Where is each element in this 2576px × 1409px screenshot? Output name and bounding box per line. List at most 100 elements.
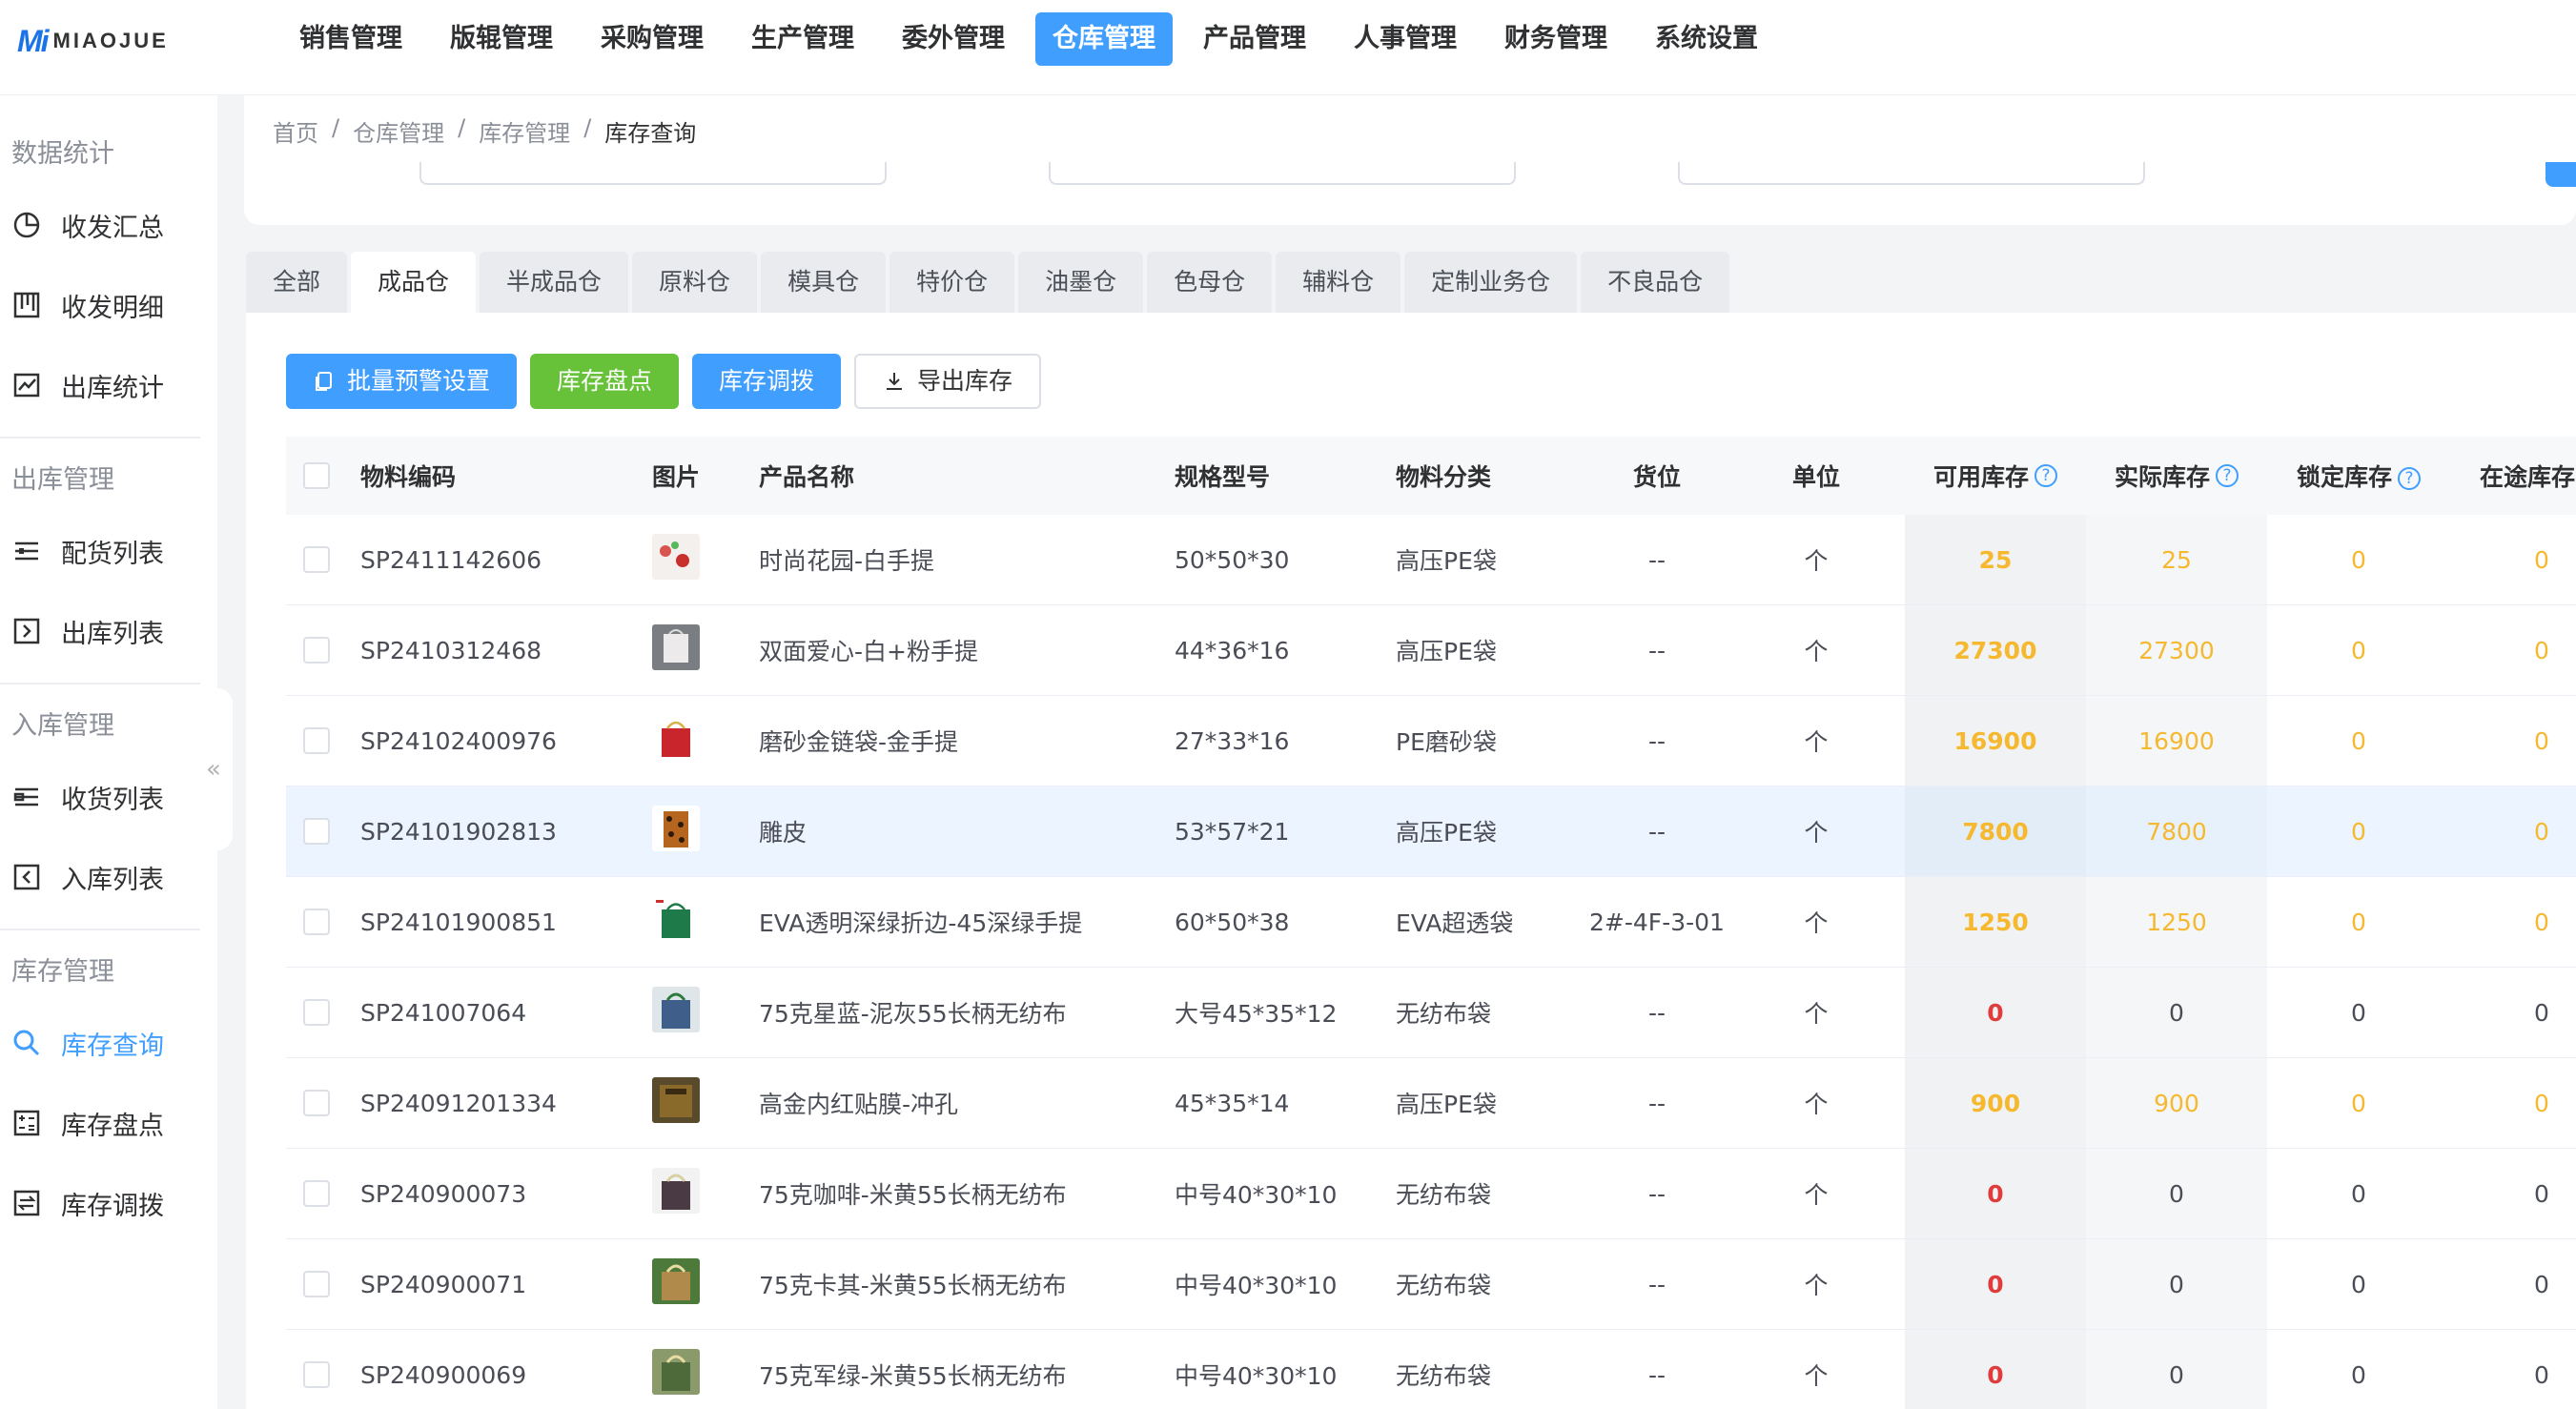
table-row[interactable]: SP24102400976 磨砂金链袋-金手提 27*33*16 PE磨砂袋 -… — [286, 696, 2576, 786]
sidebar-item-outbound-list[interactable]: 出库列表 — [0, 591, 217, 671]
sidebar-item-details[interactable]: 收发明细 — [0, 265, 217, 345]
app-root: { "brand": {"mark": "Mi", "text": "MIAOJ… — [0, 0, 2576, 1409]
filter-input-2[interactable] — [1049, 162, 1516, 185]
sidebar-collapse-button[interactable]: « — [194, 688, 233, 850]
tab-auxiliary[interactable]: 辅料仓 — [1276, 252, 1401, 313]
filter-input-1[interactable] — [419, 162, 887, 185]
cell-image — [652, 624, 759, 676]
row-checkbox[interactable] — [303, 1361, 330, 1388]
header-code: 物料编码 — [360, 463, 457, 491]
nav-item-settings[interactable]: 系统设置 — [1638, 12, 1775, 66]
product-thumbnail[interactable] — [652, 1349, 700, 1395]
cell-code: SP24102400976 — [360, 726, 557, 755]
row-select-cell — [286, 909, 360, 935]
sidebar-item-outbound-stats[interactable]: 出库统计 — [0, 345, 217, 425]
help-icon[interactable]: ? — [2216, 464, 2239, 487]
logo-text: MIAOJUE — [52, 29, 169, 52]
nav-item-outsourcing[interactable]: 委外管理 — [885, 12, 1022, 66]
sidebar-item-picking-list[interactable]: 配货列表 — [0, 511, 217, 591]
breadcrumb-home[interactable]: 首页 — [273, 114, 318, 148]
select-all-checkbox[interactable] — [303, 462, 330, 489]
breadcrumb-inventory[interactable]: 库存管理 — [479, 114, 570, 148]
table-row[interactable]: SP24101900851 EVA透明深绿折边-45深绿手提 60*50*38 … — [286, 877, 2576, 968]
product-thumbnail[interactable] — [652, 896, 700, 942]
cell-actual: 1250 — [2086, 877, 2267, 967]
cell-category: 无纺布袋 — [1396, 1181, 1492, 1209]
tab-masterbatch[interactable]: 色母仓 — [1147, 252, 1273, 313]
table-row[interactable]: SP240900071 75克卡其-米黄55长柄无纺布 中号40*30*10 无… — [286, 1239, 2576, 1330]
brand-logo[interactable]: Mi MIAOJUE — [17, 24, 169, 58]
cell-available: 900 — [1905, 1058, 2086, 1148]
product-thumbnail[interactable] — [652, 1258, 700, 1304]
table-row[interactable]: SP241007064 75克星蓝-泥灰55长柄无纺布 大号45*35*12 无… — [286, 968, 2576, 1058]
tab-raw-materials[interactable]: 原料仓 — [632, 252, 758, 313]
cell-available: 25 — [1905, 515, 2086, 604]
search-icon — [13, 1030, 40, 1056]
batch-alert-button[interactable]: 批量预警设置 — [286, 354, 518, 409]
product-thumbnail[interactable] — [652, 715, 700, 761]
tab-special-price[interactable]: 特价仓 — [889, 252, 1015, 313]
tab-finished-goods[interactable]: 成品仓 — [351, 252, 477, 313]
nav-item-warehouse[interactable]: 仓库管理 — [1035, 12, 1173, 66]
tab-molds[interactable]: 模具仓 — [761, 252, 887, 313]
export-button[interactable]: 导出库存 — [854, 354, 1042, 409]
tab-defective[interactable]: 不良品仓 — [1581, 252, 1730, 313]
tab-semi-finished[interactable]: 半成品仓 — [480, 252, 629, 313]
row-checkbox[interactable] — [303, 818, 330, 845]
cell-location: -- — [1647, 726, 1666, 755]
row-checkbox[interactable] — [303, 1090, 330, 1116]
sidebar-item-transfer[interactable]: 库存调拨 — [0, 1163, 217, 1243]
row-checkbox[interactable] — [303, 909, 330, 935]
table-row[interactable]: SP2410312468 双面爱心-白+粉手提 44*36*16 高压PE袋 -… — [286, 605, 2576, 696]
cell-name: 雕皮 — [759, 819, 808, 847]
header-available: 可用库存? — [1905, 437, 2086, 515]
help-icon[interactable]: ? — [2398, 467, 2421, 490]
product-thumbnail[interactable] — [652, 806, 700, 851]
outbound-icon — [13, 618, 40, 644]
row-checkbox[interactable] — [303, 999, 330, 1026]
row-checkbox[interactable] — [303, 1180, 330, 1207]
nav-item-sales[interactable]: 销售管理 — [282, 12, 419, 66]
breadcrumb-warehouse[interactable]: 仓库管理 — [353, 114, 444, 148]
nav-item-products[interactable]: 产品管理 — [1186, 12, 1323, 66]
product-thumbnail[interactable] — [652, 987, 700, 1032]
cell-unit: 个 — [1804, 638, 1829, 665]
table-row[interactable]: SP24101902813 雕皮 53*57*21 高压PE袋 -- 个 780… — [286, 786, 2576, 877]
table-row[interactable]: SP240900069 75克军绿-米黄55长柄无纺布 中号40*30*10 无… — [286, 1330, 2576, 1409]
tab-all[interactable]: 全部 — [246, 252, 348, 313]
row-checkbox[interactable] — [303, 727, 330, 754]
table-row[interactable]: SP24091201334 高金内红贴膜-冲孔 45*35*14 高压PE袋 -… — [286, 1058, 2576, 1149]
product-thumbnail[interactable] — [652, 1077, 700, 1123]
row-checkbox[interactable] — [303, 1271, 330, 1297]
header-category: 物料分类 — [1396, 463, 1492, 491]
header-location: 货位 — [1632, 463, 1681, 491]
nav-item-finance[interactable]: 财务管理 — [1487, 12, 1625, 66]
sidebar-item-stocktake[interactable]: 库存盘点 — [0, 1083, 217, 1163]
nav-item-production[interactable]: 生产管理 — [734, 12, 871, 66]
row-select-cell — [286, 999, 360, 1026]
product-thumbnail[interactable] — [652, 624, 700, 670]
filter-input-3[interactable] — [1678, 162, 2145, 185]
cell-available: 16900 — [1905, 696, 2086, 786]
tab-ink[interactable]: 油墨仓 — [1018, 252, 1144, 313]
stocktake-button[interactable]: 库存盘点 — [530, 354, 680, 409]
nav-item-purchasing[interactable]: 采购管理 — [583, 12, 721, 66]
row-checkbox[interactable] — [303, 546, 330, 573]
sidebar-item-receiving-list[interactable]: 收货列表 — [0, 757, 217, 837]
product-thumbnail[interactable] — [652, 534, 700, 580]
search-button[interactable] — [2545, 162, 2576, 187]
table-row[interactable]: SP240900073 75克咖啡-米黄55长柄无纺布 中号40*30*10 无… — [286, 1149, 2576, 1239]
help-icon[interactable]: ? — [2034, 464, 2057, 487]
cell-spec: 44*36*16 — [1175, 636, 1290, 664]
sidebar-item-inventory-query[interactable]: 库存查询 — [0, 1003, 217, 1083]
sidebar-item-inbound-list[interactable]: 入库列表 — [0, 837, 217, 917]
row-checkbox[interactable] — [303, 637, 330, 664]
table-row[interactable]: SP2411142606 时尚花园-白手提 50*50*30 高压PE袋 -- … — [286, 515, 2576, 605]
cell-spec: 27*33*16 — [1175, 726, 1290, 755]
sidebar-item-summary[interactable]: 收发汇总 — [0, 185, 217, 265]
tab-custom[interactable]: 定制业务仓 — [1404, 252, 1578, 313]
nav-item-rollers[interactable]: 版辊管理 — [433, 12, 570, 66]
product-thumbnail[interactable] — [652, 1168, 700, 1214]
transfer-button[interactable]: 库存调拨 — [692, 354, 842, 409]
nav-item-hr[interactable]: 人事管理 — [1337, 12, 1474, 66]
